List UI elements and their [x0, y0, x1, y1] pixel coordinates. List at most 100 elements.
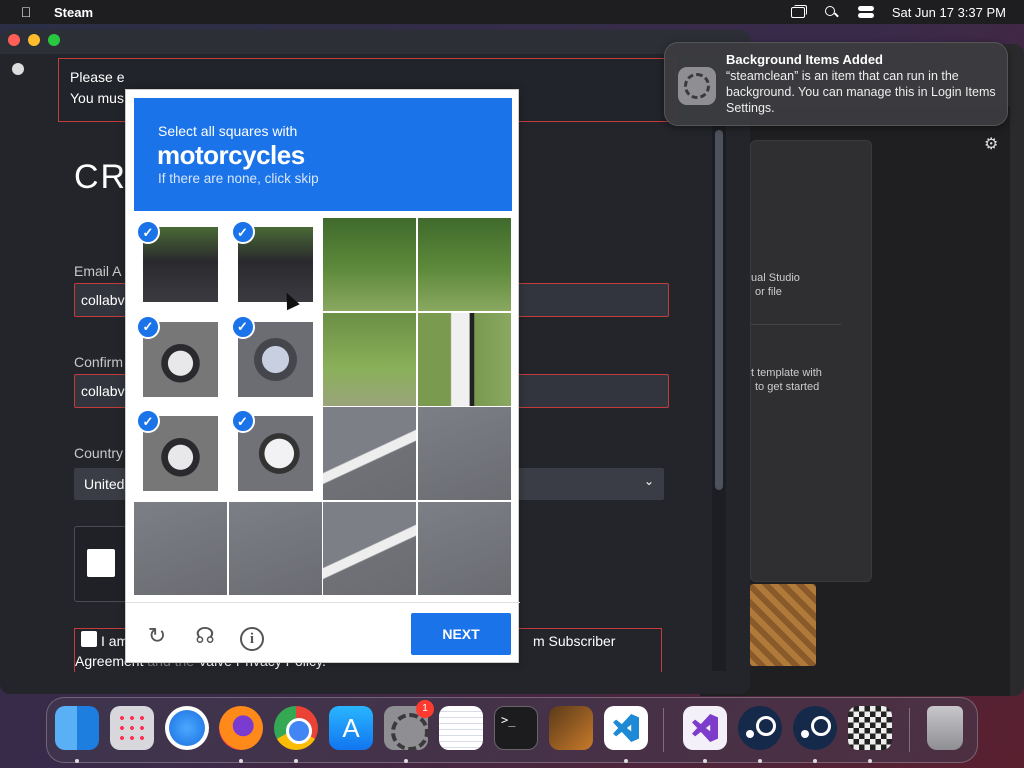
checkmark-icon: ✓	[230, 409, 255, 433]
agreement-checkbox[interactable]	[81, 631, 97, 647]
headphones-icon[interactable]: ☊	[192, 623, 218, 649]
system-settings-icon[interactable]: 1	[384, 700, 434, 763]
recaptcha-target: motorcycles	[157, 140, 305, 170]
captcha-tile[interactable]	[228, 501, 322, 595]
gear-icon[interactable]: ⚙	[984, 134, 998, 154]
info-icon[interactable]: i	[239, 623, 265, 651]
recaptcha-hint: If there are none, click skip	[158, 171, 319, 186]
captcha-tile-image	[323, 312, 416, 406]
panel-text-2a: t template with	[751, 367, 822, 379]
email-value: collabv	[81, 292, 125, 308]
textedit-icon[interactable]	[439, 706, 483, 750]
captcha-tile[interactable]: ✓	[229, 407, 322, 500]
notification-body: “steamclean” is an item that can run in …	[726, 69, 996, 115]
close-window-button[interactable]	[8, 34, 20, 46]
zoom-window-button[interactable]	[48, 34, 60, 46]
panel-text-2: t template with to get started	[751, 366, 822, 394]
dock: A 1 >_	[46, 697, 978, 763]
finder-icon[interactable]	[55, 706, 99, 763]
captcha-tile-image	[323, 218, 416, 311]
captcha-tile[interactable]	[323, 312, 416, 406]
status-dot-icon	[12, 63, 24, 75]
error-line-1: Please e	[70, 69, 125, 85]
captcha-checkbox[interactable]	[87, 549, 115, 577]
app-store-icon[interactable]: A	[329, 706, 373, 750]
garageband-icon[interactable]	[549, 706, 593, 750]
recaptcha-challenge: Select all squares with motorcycles If t…	[125, 89, 520, 664]
country-label: Country	[74, 445, 124, 461]
confirm-email-label: Confirm	[74, 354, 124, 370]
captcha-tile-image	[134, 501, 227, 595]
window-titlebar	[0, 30, 750, 54]
panel-divider	[751, 324, 841, 325]
checkmark-icon: ✓	[230, 314, 255, 339]
system-settings-icon	[678, 67, 716, 105]
captcha-tile-image	[323, 501, 416, 595]
dock-separator	[663, 708, 664, 752]
captcha-tile[interactable]	[417, 407, 511, 500]
control-center-icon[interactable]	[857, 5, 874, 19]
panel-text-2b: to get started	[755, 381, 820, 393]
captcha-tile[interactable]	[323, 501, 416, 595]
captcha-tile-image	[228, 501, 322, 595]
captcha-tile[interactable]	[417, 218, 511, 311]
terminal-icon[interactable]: >_	[494, 706, 538, 750]
notification-title: Background Items Added	[726, 52, 883, 67]
captcha-tile-image	[417, 407, 511, 500]
checkmark-icon: ✓	[230, 220, 255, 244]
agreement-text-1b[interactable]: m Subscriber	[533, 633, 615, 649]
notification-badge: 1	[416, 700, 434, 718]
steam-icon[interactable]	[738, 706, 782, 763]
wood-texture-thumbnail	[750, 584, 816, 666]
checkmark-icon: ✓	[136, 220, 160, 244]
background-panel: ual Studio or file t template with to ge…	[750, 140, 872, 582]
scrollbar-thumb[interactable]	[715, 130, 723, 490]
spotlight-search-icon[interactable]	[824, 5, 840, 19]
chrome-icon[interactable]	[274, 706, 318, 763]
checkmark-icon: ✓	[136, 409, 160, 433]
menu-bar:  Steam Sat Jun 17 3:37 PM	[0, 0, 1024, 24]
visual-studio-icon[interactable]	[683, 706, 727, 763]
email-label: Email A	[74, 263, 122, 279]
captcha-tile[interactable]	[417, 501, 511, 595]
firefox-icon[interactable]	[219, 706, 263, 763]
captcha-tile-image	[417, 312, 511, 406]
captcha-tile-image	[417, 501, 511, 595]
captcha-tile[interactable]: ✓	[229, 313, 322, 406]
captcha-tile[interactable]	[323, 407, 416, 500]
panel-text-1b: or file	[755, 286, 782, 298]
recaptcha-footer: ↻ ☊ i NEXT	[126, 602, 520, 664]
captcha-tile[interactable]: ✓	[134, 313, 227, 406]
country-value: United	[84, 476, 125, 492]
menubar-clock[interactable]: Sat Jun 17 3:37 PM	[892, 5, 1006, 20]
trash-icon[interactable]	[927, 706, 963, 750]
panel-text-1a: ual Studio	[751, 272, 800, 284]
captcha-tile[interactable]: ✓	[134, 407, 227, 500]
captcha-tile[interactable]	[417, 312, 511, 406]
minimize-window-button[interactable]	[28, 34, 40, 46]
dock-separator	[909, 708, 910, 752]
launchpad-icon[interactable]	[110, 706, 154, 750]
apple-menu-icon[interactable]: 	[18, 4, 34, 20]
captcha-tile[interactable]	[134, 501, 227, 595]
active-app-name[interactable]: Steam	[54, 5, 93, 20]
captcha-tile[interactable]: ✓	[229, 218, 322, 311]
captcha-tile-image	[323, 407, 416, 500]
steam-icon[interactable]	[793, 706, 837, 763]
reload-icon[interactable]: ↻	[144, 623, 170, 649]
next-button[interactable]: NEXT	[411, 613, 511, 655]
chess-icon[interactable]	[848, 706, 892, 763]
panel-text-1: ual Studio or file	[751, 271, 800, 299]
vscode-icon[interactable]	[604, 706, 648, 763]
safari-icon[interactable]	[165, 706, 209, 750]
captcha-tile[interactable]	[323, 218, 416, 311]
screen-mirroring-icon[interactable]	[790, 5, 807, 19]
checkmark-icon: ✓	[136, 314, 160, 339]
scrollbar[interactable]	[712, 126, 726, 671]
chevron-down-icon: ⌄	[643, 474, 654, 488]
captcha-tile-image	[417, 218, 511, 311]
confirm-email-value: collabv	[81, 383, 125, 399]
recaptcha-tile-grid: ✓ ✓ ✓ ✓ ✓ ✓	[134, 218, 512, 596]
notification-banner[interactable]: Background Items Added “steamclean” is a…	[664, 42, 1008, 126]
captcha-tile[interactable]: ✓	[134, 218, 227, 311]
